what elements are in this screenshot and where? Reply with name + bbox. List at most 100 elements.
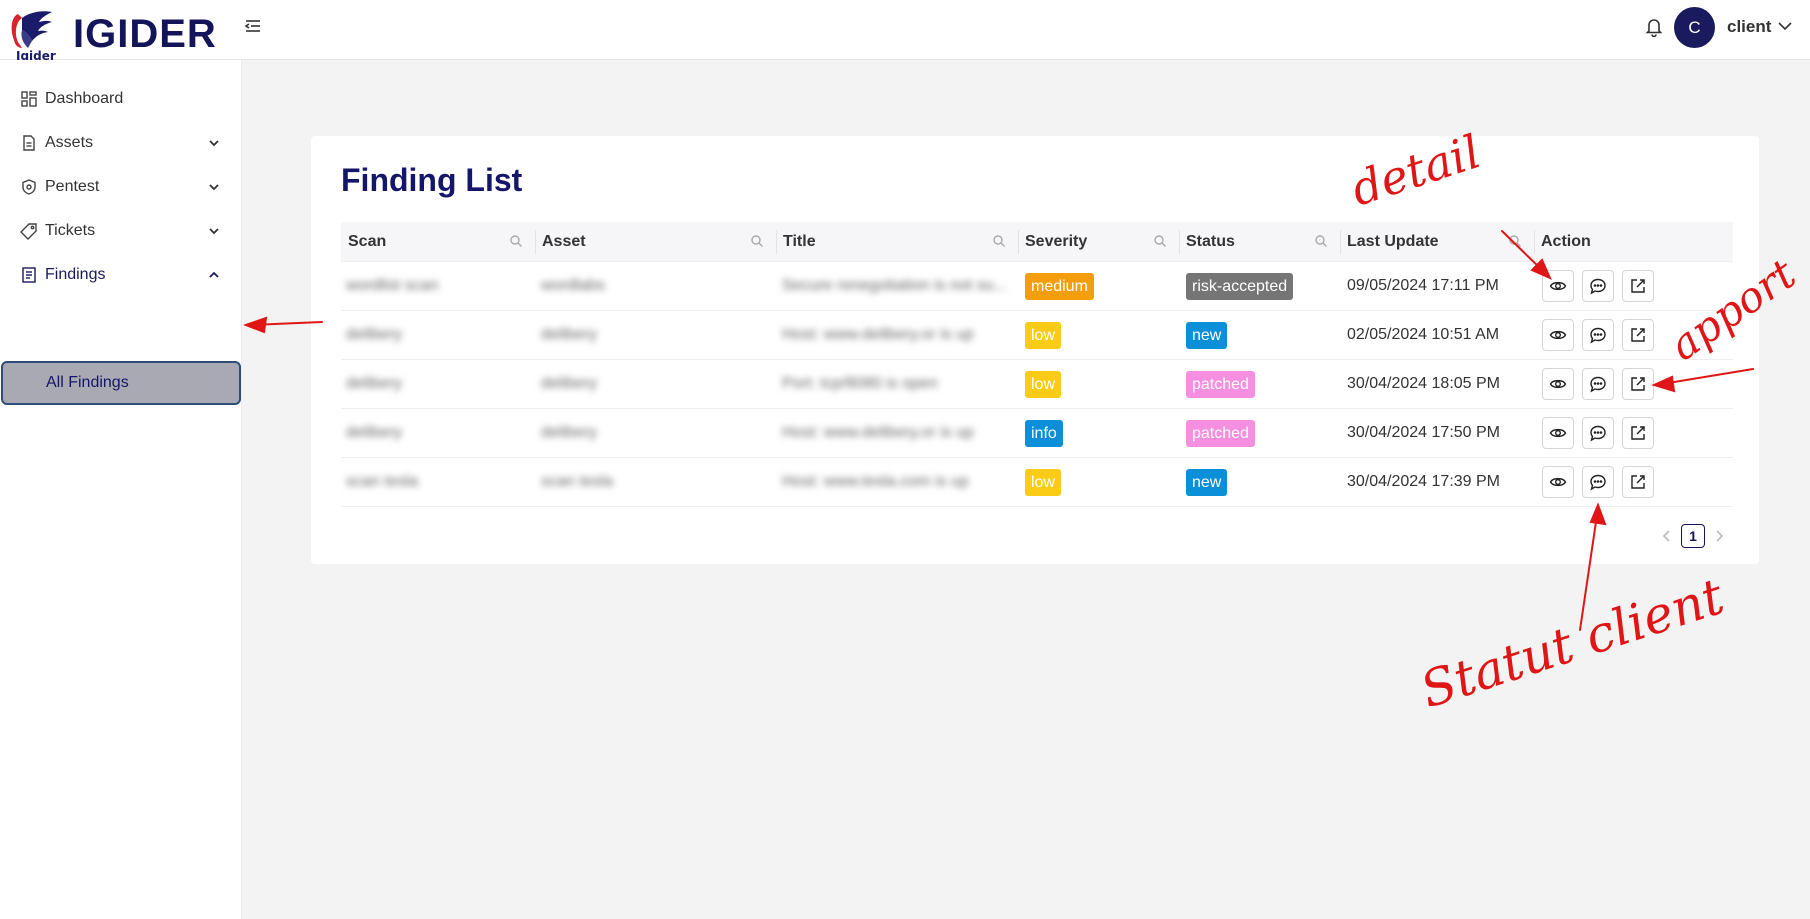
cell-status: patched xyxy=(1186,360,1255,408)
chevron-left-icon[interactable] xyxy=(1660,528,1674,544)
igider-logo: Igider xyxy=(8,8,56,63)
sidebar-item-findings[interactable]: Findings xyxy=(0,255,240,295)
column-header-status: Status xyxy=(1179,222,1340,262)
cell-asset: delibery xyxy=(541,375,598,392)
eye-icon xyxy=(1549,473,1567,491)
sidebar-item-dashboard[interactable]: Dashboard xyxy=(0,79,240,119)
chevron-right-icon[interactable] xyxy=(1712,528,1726,544)
sidebar-item-label: Tickets xyxy=(45,222,96,239)
severity-badge: info xyxy=(1025,419,1063,447)
column-header-title: Title xyxy=(776,222,1018,262)
sidebar-item-label: Pentest xyxy=(45,178,100,195)
findings-card: Finding List Scan Asset Title Severity S… xyxy=(311,136,1759,564)
cell-title: Port: tcp/8080 is open xyxy=(782,375,938,392)
column-header-asset: Asset xyxy=(535,222,776,262)
eye-icon xyxy=(1549,424,1567,442)
bell-icon[interactable] xyxy=(1645,17,1663,38)
annotation-arrowhead xyxy=(243,316,268,334)
shield-icon xyxy=(20,178,38,196)
cell-title: Host: www.delibery.or is up xyxy=(782,424,974,441)
brand[interactable]: Igider xyxy=(8,8,56,63)
client-status-button[interactable] xyxy=(1582,270,1614,302)
cell-scan: delibery xyxy=(346,375,403,392)
sidebar-item-pentest[interactable]: Pentest xyxy=(0,167,240,207)
column-header-scan: Scan xyxy=(341,222,535,262)
table-row: delibery delibery Host: www.delibery.or is… xyxy=(341,311,1733,360)
external-link-icon xyxy=(1629,375,1647,393)
external-link-icon xyxy=(1629,473,1647,491)
eye-icon xyxy=(1549,326,1567,344)
cell-scan: wordlist scan xyxy=(346,277,439,294)
cell-severity: low xyxy=(1025,311,1062,359)
report-button[interactable] xyxy=(1622,270,1654,302)
report-button[interactable] xyxy=(1622,368,1654,400)
severity-badge: medium xyxy=(1025,272,1094,300)
status-badge: new xyxy=(1186,321,1228,349)
cell-last-update: 02/05/2024 10:51 AM xyxy=(1347,326,1500,343)
chat-icon xyxy=(1589,326,1607,344)
search-icon[interactable] xyxy=(1314,234,1328,248)
search-icon[interactable] xyxy=(1508,234,1522,248)
sidebar-item-all-findings[interactable]: All Findings xyxy=(1,361,241,405)
cell-severity: low xyxy=(1025,360,1062,408)
status-badge: new xyxy=(1186,468,1228,496)
cell-last-update: 30/04/2024 17:39 PM xyxy=(1347,473,1501,490)
column-header-action: Action xyxy=(1541,233,1591,250)
client-status-button[interactable] xyxy=(1582,466,1614,498)
sidebar-item-tickets[interactable]: Tickets xyxy=(0,211,240,251)
menu-toggle-icon[interactable] xyxy=(243,16,263,36)
view-detail-button[interactable] xyxy=(1542,319,1574,351)
client-status-button[interactable] xyxy=(1582,368,1614,400)
eye-icon xyxy=(1549,277,1567,295)
report-button[interactable] xyxy=(1622,319,1654,351)
sidebar-item-label: All Findings xyxy=(46,374,129,391)
page-title: Finding List xyxy=(341,162,523,198)
cell-severity: info xyxy=(1025,409,1063,457)
avatar[interactable]: C xyxy=(1674,7,1715,48)
cell-severity: medium xyxy=(1025,262,1094,310)
chevron-down-icon xyxy=(207,136,221,150)
cell-title: Secure renegotiation is not su... xyxy=(782,277,1008,294)
chat-icon xyxy=(1589,424,1607,442)
cell-last-update: 30/04/2024 17:50 PM xyxy=(1347,424,1501,441)
username[interactable]: client xyxy=(1727,17,1771,37)
external-link-icon xyxy=(1629,277,1647,295)
cell-severity: low xyxy=(1025,458,1062,506)
search-icon[interactable] xyxy=(992,234,1006,248)
cell-status: patched xyxy=(1186,409,1255,457)
search-icon[interactable] xyxy=(1153,234,1167,248)
client-status-button[interactable] xyxy=(1582,319,1614,351)
dashboard-icon xyxy=(20,90,38,108)
chat-icon xyxy=(1589,375,1607,393)
status-badge: risk-accepted xyxy=(1186,272,1294,300)
view-detail-button[interactable] xyxy=(1542,466,1574,498)
sidebar-item-assets[interactable]: Assets xyxy=(0,123,240,163)
report-button[interactable] xyxy=(1622,417,1654,449)
view-detail-button[interactable] xyxy=(1542,368,1574,400)
list-icon xyxy=(20,266,38,284)
view-detail-button[interactable] xyxy=(1542,270,1574,302)
top-bar: Igider IGIDER C client xyxy=(0,0,1810,63)
table-row: delibery delibery Host: www.delibery.or is… xyxy=(341,409,1733,458)
report-button[interactable] xyxy=(1622,466,1654,498)
table-row: delibery delibery Port: tcp/8080 is open lo… xyxy=(341,360,1733,409)
severity-badge: low xyxy=(1025,370,1062,398)
sidebar-item-label: Findings xyxy=(45,266,106,283)
chat-icon xyxy=(1589,473,1607,491)
search-icon[interactable] xyxy=(750,234,764,248)
search-icon[interactable] xyxy=(509,234,523,248)
chevron-down-icon[interactable] xyxy=(1777,19,1793,33)
status-badge: patched xyxy=(1186,370,1255,398)
table-header: Scan Asset Title Severity Status Last Up… xyxy=(341,222,1733,262)
tag-icon xyxy=(20,222,38,240)
chat-icon xyxy=(1589,277,1607,295)
cell-status: new xyxy=(1186,458,1228,506)
view-detail-button[interactable] xyxy=(1542,417,1574,449)
cell-status: new xyxy=(1186,311,1228,359)
cell-status: risk-accepted xyxy=(1186,262,1294,310)
chevron-down-icon xyxy=(207,180,221,194)
pagination-page[interactable]: 1 xyxy=(1681,524,1705,548)
cell-asset: delibery xyxy=(541,424,598,441)
cell-asset: wordlabs xyxy=(541,277,606,294)
client-status-button[interactable] xyxy=(1582,417,1614,449)
